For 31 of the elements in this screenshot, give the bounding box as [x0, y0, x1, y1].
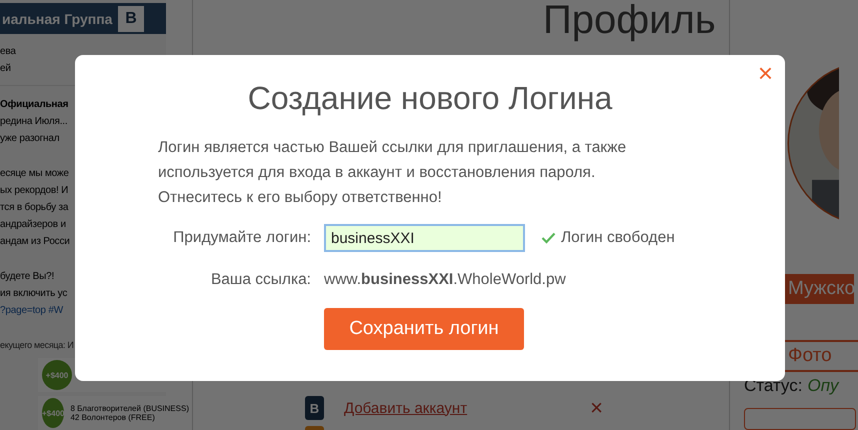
post-text: андам из Росси: [0, 235, 71, 249]
card-text: 42 Волонтеров (FREE): [70, 413, 156, 422]
author-name: ева: [0, 45, 17, 59]
vk-logo-icon: В: [305, 396, 324, 420]
page-title: Профиль: [543, 0, 716, 44]
dialog-description: Логин является частью Вашей ссылки для приглашения, а также используется для входа в аккаунт и восстановления пароля. Отнеситесь к его выбору ответственно!: [158, 138, 628, 208]
post-text: редина Июля...: [0, 115, 68, 129]
post-text: Официальная: [0, 98, 70, 112]
post-text: будете Вы?!: [0, 270, 56, 284]
post-text: екущего месяца: И: [0, 339, 75, 352]
card-text: 8 Благотворителей (BUSINESS): [70, 404, 189, 413]
vk-logo-icon[interactable]: В: [118, 6, 144, 32]
status-field[interactable]: [744, 408, 856, 430]
group-title: иальная Группа: [2, 10, 112, 26]
login-status: Логин свободен: [561, 229, 675, 247]
login-field[interactable]: businessXXI: [324, 224, 525, 252]
remove-icon[interactable]: ×: [590, 396, 603, 420]
post-text: тся в борьбу за: [0, 201, 70, 215]
author-name: ей: [0, 62, 12, 76]
close-button[interactable]: ×: [756, 60, 775, 86]
login-label: Придумайте логин:: [172, 229, 311, 247]
save-login-button[interactable]: Сохранить логин: [324, 308, 524, 350]
link-label: Ваша ссылка:: [210, 271, 311, 289]
amount-badge: +$400: [42, 398, 64, 428]
status-value: Опу: [807, 376, 839, 396]
post-text: ия включить ус: [0, 287, 68, 301]
add-account-link[interactable]: Добавить аккаунт: [344, 400, 468, 416]
dialog-title: Создание нового Логина: [246, 80, 614, 117]
amount-badge: +$400: [42, 360, 72, 390]
check-icon: [541, 232, 556, 244]
post-text: андрайзеров и: [0, 218, 67, 232]
